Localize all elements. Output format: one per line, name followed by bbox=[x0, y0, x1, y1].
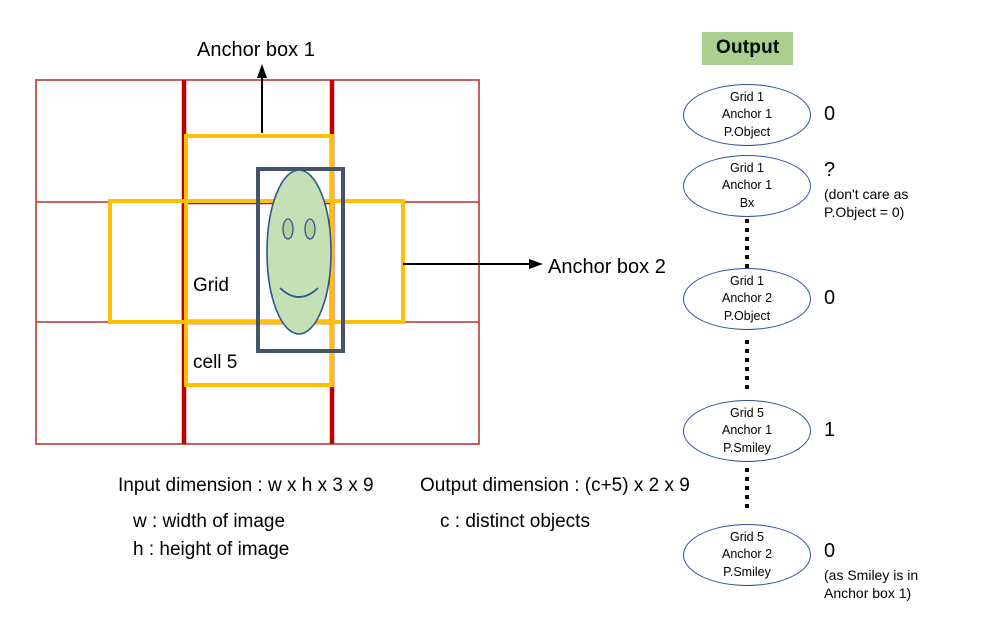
output-node-note: (as Smiley is in Anchor box 1) bbox=[824, 567, 919, 602]
width-meaning-caption: w : width of image bbox=[133, 511, 286, 532]
output-node-line3: P.Smiley bbox=[723, 564, 771, 579]
output-node-line1: Grid 5 bbox=[729, 406, 765, 421]
output-node-line1: Grid 1 bbox=[729, 161, 765, 176]
grid-diagram-svg bbox=[35, 64, 543, 445]
output-node: Grid 5 Anchor 2 P.Smiley bbox=[683, 524, 811, 586]
height-meaning-caption: h : height of image bbox=[133, 539, 290, 560]
ellipsis-dots bbox=[745, 219, 749, 268]
output-node-value: 1 bbox=[824, 419, 836, 441]
output-node-value: 0 bbox=[824, 287, 836, 309]
output-node-line3: P.Object bbox=[723, 308, 771, 323]
anchor-box-1-label: Anchor box 1 bbox=[197, 39, 315, 61]
output-node-value: ? bbox=[824, 159, 836, 181]
grid-cell-5-label: Grid cell 5 bbox=[193, 222, 237, 401]
output-node-line1: Grid 5 bbox=[729, 530, 765, 545]
output-node-line2: Anchor 1 bbox=[721, 107, 773, 122]
output-node-line2: Anchor 1 bbox=[721, 423, 773, 438]
output-node-line3: Bx bbox=[739, 195, 755, 210]
output-node-line2: Anchor 1 bbox=[721, 178, 773, 193]
output-node-line3: P.Object bbox=[723, 124, 771, 139]
distinct-objects-caption: c : distinct objects bbox=[440, 511, 590, 532]
ellipsis-dots bbox=[745, 340, 749, 389]
output-node-column: Grid 1 Anchor 1 P.Object 0 Grid 1 Anchor… bbox=[620, 0, 1000, 629]
ellipsis-dots bbox=[745, 468, 749, 508]
output-node-line2: Anchor 2 bbox=[721, 547, 773, 562]
output-node-line2: Anchor 2 bbox=[721, 291, 773, 306]
output-node-note: (don't care as P.Object = 0) bbox=[824, 186, 909, 221]
output-node: Grid 1 Anchor 1 Bx bbox=[683, 155, 811, 217]
grid-cell-5-label-line1: Grid bbox=[193, 275, 229, 297]
output-node-line3: P.Smiley bbox=[723, 440, 771, 455]
anchor-box-2-arrow bbox=[403, 259, 543, 269]
output-node-value: 0 bbox=[824, 540, 836, 562]
input-dimension-caption: Input dimension : w x h x 3 x 9 bbox=[118, 475, 374, 496]
grid-cell-5-label-line2: cell 5 bbox=[193, 352, 238, 374]
smiley-face-icon bbox=[266, 169, 332, 335]
output-node-line1: Grid 1 bbox=[729, 274, 765, 289]
output-node-value: 0 bbox=[824, 103, 836, 125]
output-node-line1: Grid 1 bbox=[729, 90, 765, 105]
output-node: Grid 1 Anchor 1 P.Object bbox=[683, 84, 811, 146]
output-node: Grid 5 Anchor 1 P.Smiley bbox=[683, 400, 811, 462]
grid-diagram bbox=[0, 0, 560, 470]
anchor-box-1-arrow bbox=[257, 64, 267, 133]
output-node: Grid 1 Anchor 2 P.Object bbox=[683, 268, 811, 330]
